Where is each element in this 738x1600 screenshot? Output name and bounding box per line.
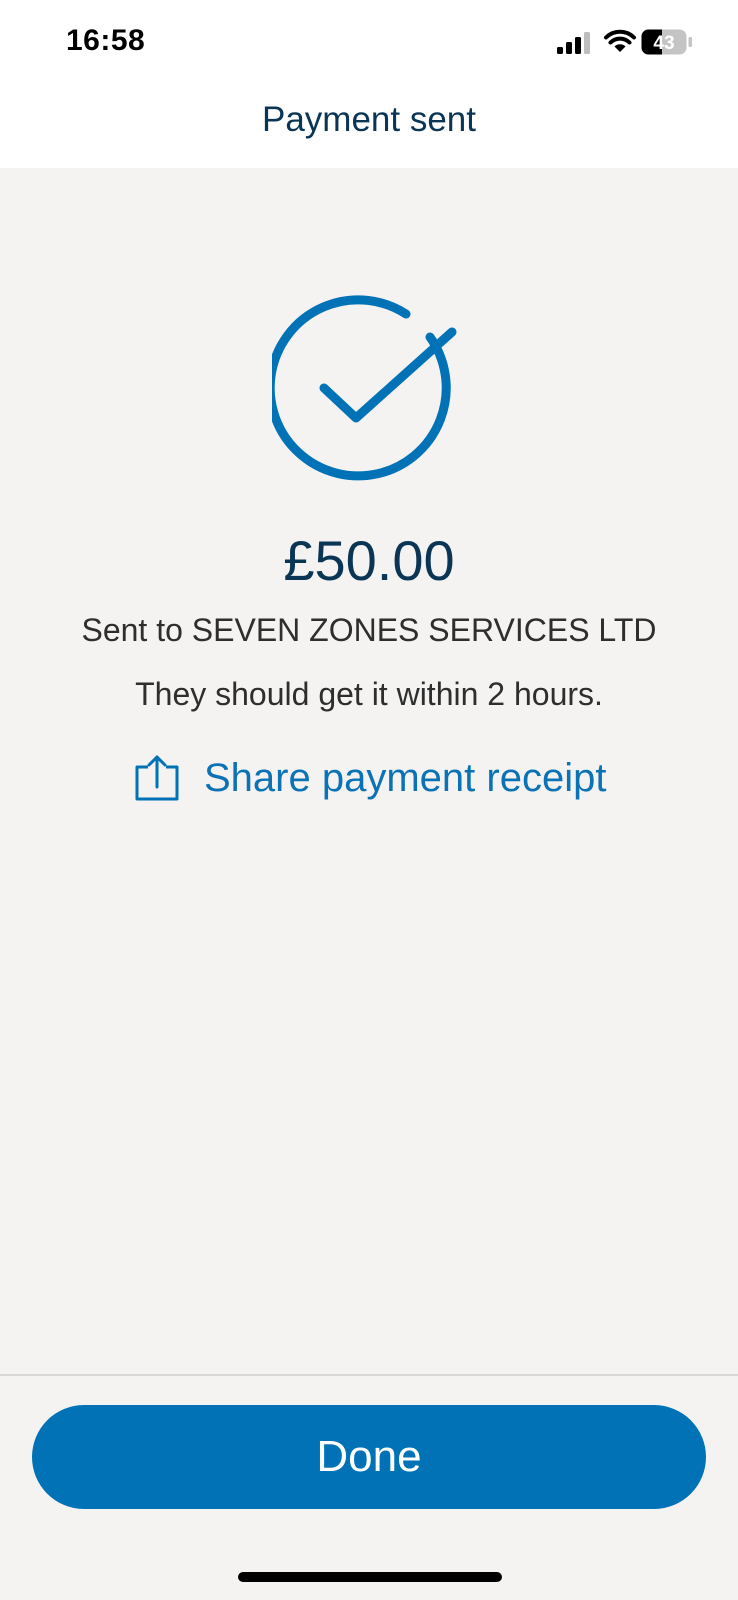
share-receipt-link[interactable]: Share payment receipt [134,750,606,806]
wifi-icon [604,29,636,52]
recipient-text: Sent to SEVEN ZONES SERVICES LTD [81,612,657,648]
battery-icon: 43 [641,29,692,55]
battery-level: 43 [653,33,674,54]
payment-sent-screen: 16:58 43 Payment sent £50.00 Sent to SEV… [0,0,738,1600]
payment-amount: £50.00 [283,529,455,592]
share-icon [135,755,179,801]
eta-text: They should get it within 2 hours. [135,676,603,712]
page-title: Payment sent [262,100,476,139]
footer-divider [0,1374,738,1376]
share-receipt-label: Share payment receipt [204,755,607,800]
header-area: 16:58 43 Payment sent [0,0,738,168]
status-bar: 16:58 43 [0,0,738,84]
status-time: 16:58 [66,24,146,57]
done-button[interactable]: Done [32,1405,706,1509]
check-circle-icon [272,295,457,481]
cellular-signal-icon [557,32,590,54]
home-indicator[interactable] [238,1572,502,1582]
